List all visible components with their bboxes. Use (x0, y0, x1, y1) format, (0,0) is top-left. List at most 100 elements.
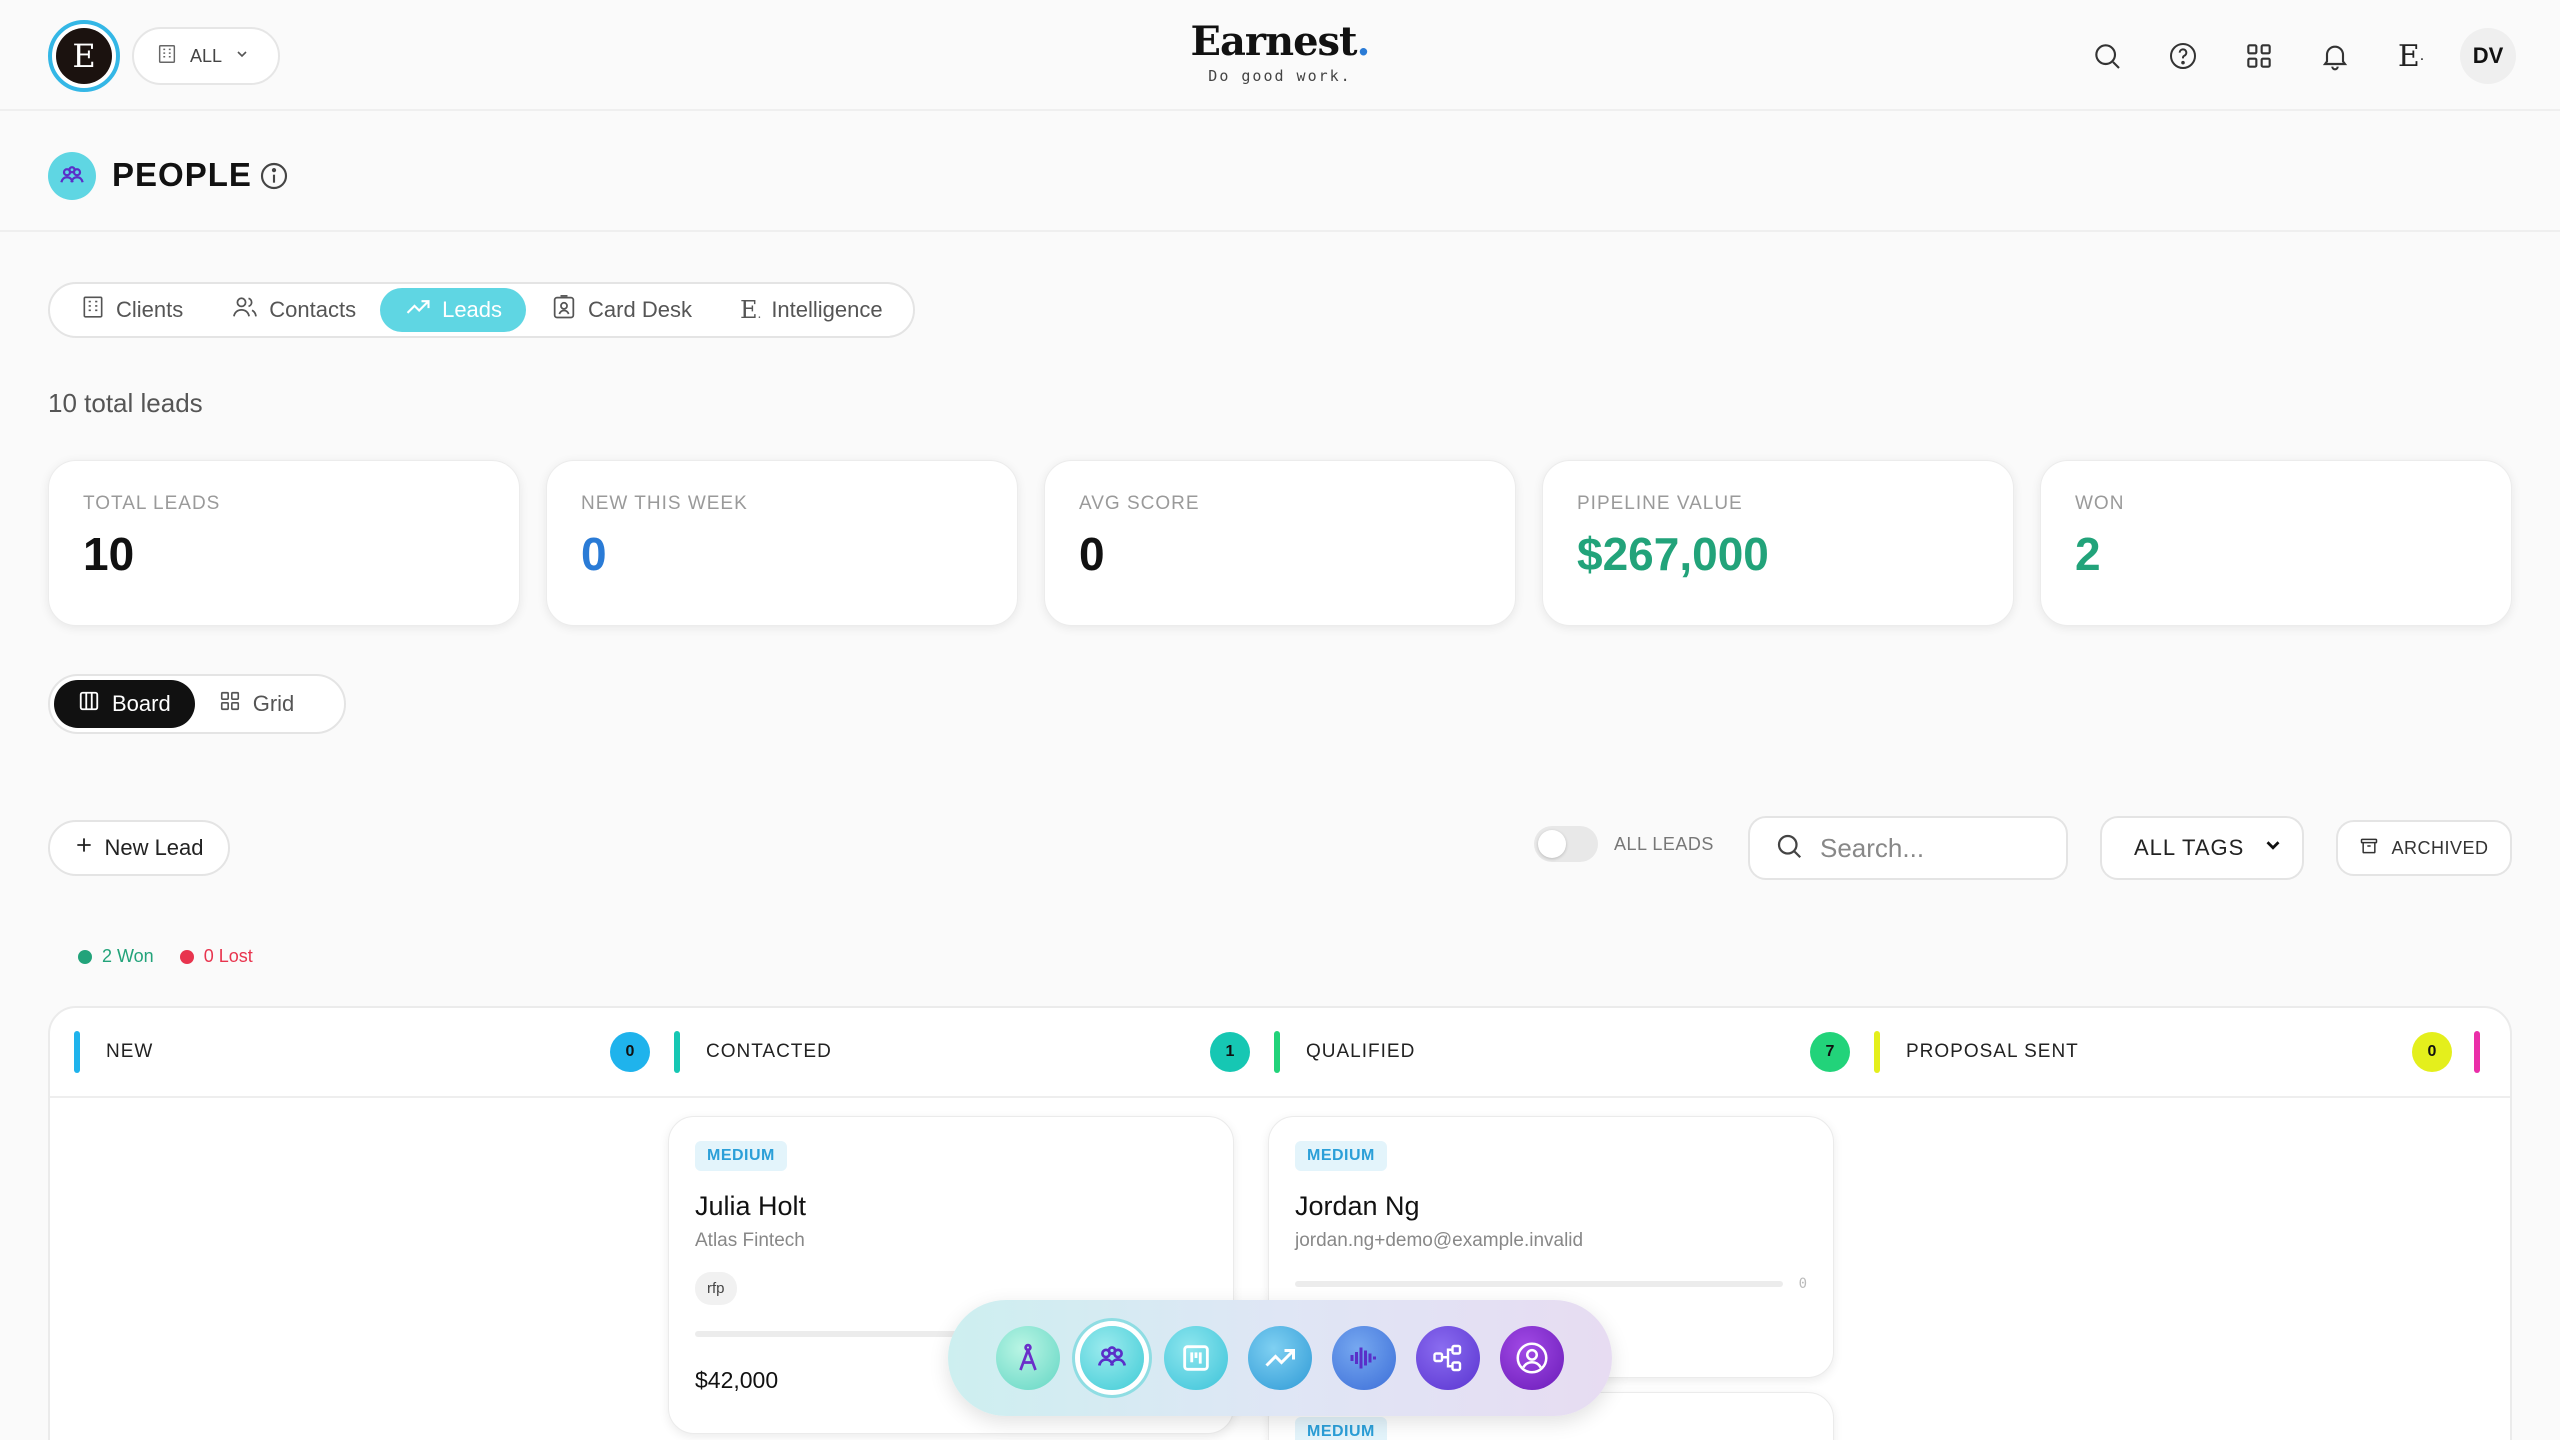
column-count-badge: 0 (610, 1032, 650, 1072)
column-color-bar (74, 1031, 80, 1073)
tab-card-desk[interactable]: Card Desk (526, 288, 716, 332)
column-header-new: NEW 0 (74, 1030, 650, 1074)
app-dock (948, 1300, 1612, 1416)
people-tabs: Clients Contacts Leads Card Desk E. Inte… (48, 282, 915, 338)
lead-company: Atlas Fintech (695, 1230, 805, 1251)
lost-dot (179, 949, 194, 964)
column-title: CONTACTED (706, 1041, 832, 1062)
kanban-icon[interactable] (1164, 1326, 1228, 1390)
score-row: 0 (1295, 1276, 1807, 1292)
earnest-e-icon[interactable]: E. (2384, 26, 2438, 86)
tab-leads[interactable]: Leads (380, 288, 527, 332)
new-lead-button[interactable]: New Lead (48, 820, 230, 876)
user-avatar[interactable]: DV (2460, 28, 2516, 84)
tags-select[interactable]: ALL TAGS (2100, 816, 2304, 880)
total-leads-text: 10 total leads (48, 388, 203, 418)
all-leads-label: ALL LEADS (1614, 833, 1714, 854)
building-icon (156, 43, 178, 70)
search-box[interactable] (1748, 816, 2068, 880)
tab-label: Leads (442, 297, 503, 322)
column-color-bar (1874, 1031, 1880, 1073)
stat-value: $267,000 (1577, 528, 1769, 580)
board-view-button[interactable]: Board (54, 680, 195, 728)
tab-contacts[interactable]: Contacts (207, 288, 380, 332)
trending-up-icon (404, 293, 432, 327)
lead-name: Julia Holt (695, 1191, 807, 1221)
stat-new-this-week: NEW THIS WEEK 0 (546, 460, 1018, 626)
win-loss-legend: 2 Won 0 Lost (78, 946, 253, 967)
search-icon[interactable] (2080, 26, 2134, 86)
column-title: PROPOSAL SENT (1906, 1041, 2079, 1062)
help-icon[interactable] (2156, 26, 2210, 86)
stat-value: 2 (2075, 528, 2101, 580)
column-title: NEW (106, 1041, 154, 1062)
archived-label: ARCHIVED (2391, 837, 2489, 858)
priority-badge: MEDIUM (695, 1141, 787, 1171)
tab-label: Clients (116, 297, 184, 322)
stat-label: TOTAL LEADS (83, 493, 221, 514)
apps-grid-icon[interactable] (2232, 26, 2286, 86)
tab-clients[interactable]: Clients (56, 288, 207, 332)
column-header-proposal-sent: PROPOSAL SENT 0 (1874, 1030, 2452, 1074)
stat-label: PIPELINE VALUE (1577, 493, 1743, 514)
id-card-icon (550, 293, 578, 327)
new-lead-label: New Lead (104, 835, 204, 860)
board-label: Board (112, 691, 171, 716)
column-color-bar (674, 1031, 680, 1073)
won-text: 2 Won (102, 946, 154, 966)
priority-badge: MEDIUM (1295, 1417, 1387, 1440)
people-icon (48, 152, 96, 200)
trending-up-icon[interactable] (1248, 1326, 1312, 1390)
view-toggle: Board Grid (48, 674, 346, 734)
brand-tagline: Do good work. (1208, 67, 1352, 85)
column-header-next (2474, 1030, 2510, 1074)
board-header: NEW 0 CONTACTED 1 QUALIFIED 7 PROPOSAL S… (50, 1008, 2510, 1098)
scope-label: ALL (190, 45, 223, 66)
compass-icon[interactable] (996, 1326, 1060, 1390)
stat-pipeline-value: PIPELINE VALUE $267,000 (1542, 460, 2014, 626)
users-icon (231, 293, 259, 327)
audio-waveform-icon[interactable] (1332, 1326, 1396, 1390)
tab-label: Card Desk (588, 297, 692, 322)
column-color-bar (2474, 1031, 2480, 1073)
stat-won: WON 2 (2040, 460, 2512, 626)
score-value: 0 (1798, 1276, 1807, 1292)
page-header: PEOPLE (0, 112, 2560, 232)
lead-name: Jordan Ng (1295, 1191, 1420, 1221)
scope-selector[interactable]: ALL (132, 27, 280, 85)
tags-selected: ALL TAGS (2134, 835, 2245, 860)
lost-text: 0 Lost (203, 946, 253, 966)
user-circle-icon[interactable] (1500, 1326, 1564, 1390)
column-color-bar (1274, 1031, 1280, 1073)
top-actions: E. DV (2080, 26, 2516, 86)
grid-icon (219, 690, 241, 718)
grid-label: Grid (252, 691, 295, 716)
archive-icon (2359, 836, 2379, 861)
logo-letter: E (56, 28, 112, 84)
priority-badge: MEDIUM (1295, 1141, 1387, 1171)
brand: Earnest. Do good work. (1180, 18, 1380, 85)
score-bar (1295, 1281, 1783, 1287)
toggle-knob (1538, 830, 1566, 858)
archived-button[interactable]: ARCHIVED (2336, 820, 2512, 876)
network-icon[interactable] (1416, 1326, 1480, 1390)
all-leads-toggle[interactable] (1534, 826, 1598, 862)
app-logo[interactable]: E (48, 20, 120, 92)
building-icon (80, 294, 106, 326)
score-bar (695, 1331, 995, 1337)
chevron-down-icon (234, 46, 250, 67)
column-header-contacted: CONTACTED 1 (674, 1030, 1250, 1074)
search-input[interactable] (1820, 832, 2060, 864)
search-icon (1774, 831, 1804, 866)
tab-label: Contacts (269, 297, 357, 322)
bell-icon[interactable] (2308, 26, 2362, 86)
column-count-badge: 1 (1210, 1032, 1250, 1072)
stat-label: AVG SCORE (1079, 493, 1200, 514)
people-icon[interactable] (1080, 1326, 1144, 1390)
grid-view-button[interactable]: Grid (195, 680, 319, 728)
info-icon[interactable] (258, 160, 290, 197)
tab-intelligence[interactable]: E. Intelligence (716, 288, 907, 332)
column-count-badge: 0 (2412, 1032, 2452, 1072)
all-leads-toggle-group: ALL LEADS (1534, 826, 1714, 862)
page-title: PEOPLE (112, 156, 252, 193)
